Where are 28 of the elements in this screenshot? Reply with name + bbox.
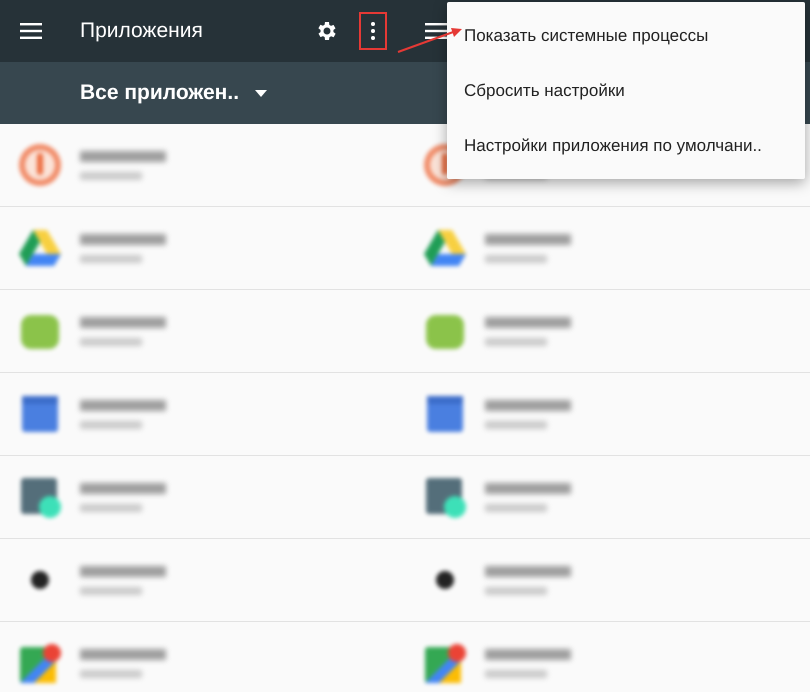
menu-item[interactable]: Настройки приложения по умолчани.. <box>447 118 805 173</box>
microphone-icon <box>18 143 62 187</box>
blurred-size <box>485 338 547 346</box>
annotation-arrow <box>398 28 462 53</box>
blurred-size <box>485 670 547 678</box>
map-icon <box>423 641 467 685</box>
blurred-size <box>80 172 142 180</box>
menu-icon[interactable] <box>425 23 447 39</box>
blurred-size <box>485 420 547 428</box>
dropdown-arrow-icon <box>255 90 268 96</box>
calculator-icon <box>423 475 467 519</box>
menu-item[interactable]: Сбросить настройки <box>447 63 805 118</box>
blurred-size <box>80 504 142 512</box>
blurred-size <box>80 338 142 346</box>
more-icon[interactable] <box>371 22 375 40</box>
menu-icon[interactable] <box>20 23 42 39</box>
blurred-size <box>80 670 142 678</box>
blurred-size <box>485 586 547 594</box>
menu-item[interactable]: Показать системные процессы <box>447 8 805 63</box>
blurred-size <box>80 420 142 428</box>
filter-dropdown[interactable]: Все приложен.. <box>80 81 268 105</box>
map-icon <box>18 641 62 685</box>
calculator-icon <box>18 475 62 519</box>
blurred-size <box>485 504 547 512</box>
blurred-size <box>80 586 142 594</box>
blurred-size <box>80 254 142 262</box>
screen-title: Приложения <box>80 19 204 43</box>
blurred-size <box>485 254 547 262</box>
